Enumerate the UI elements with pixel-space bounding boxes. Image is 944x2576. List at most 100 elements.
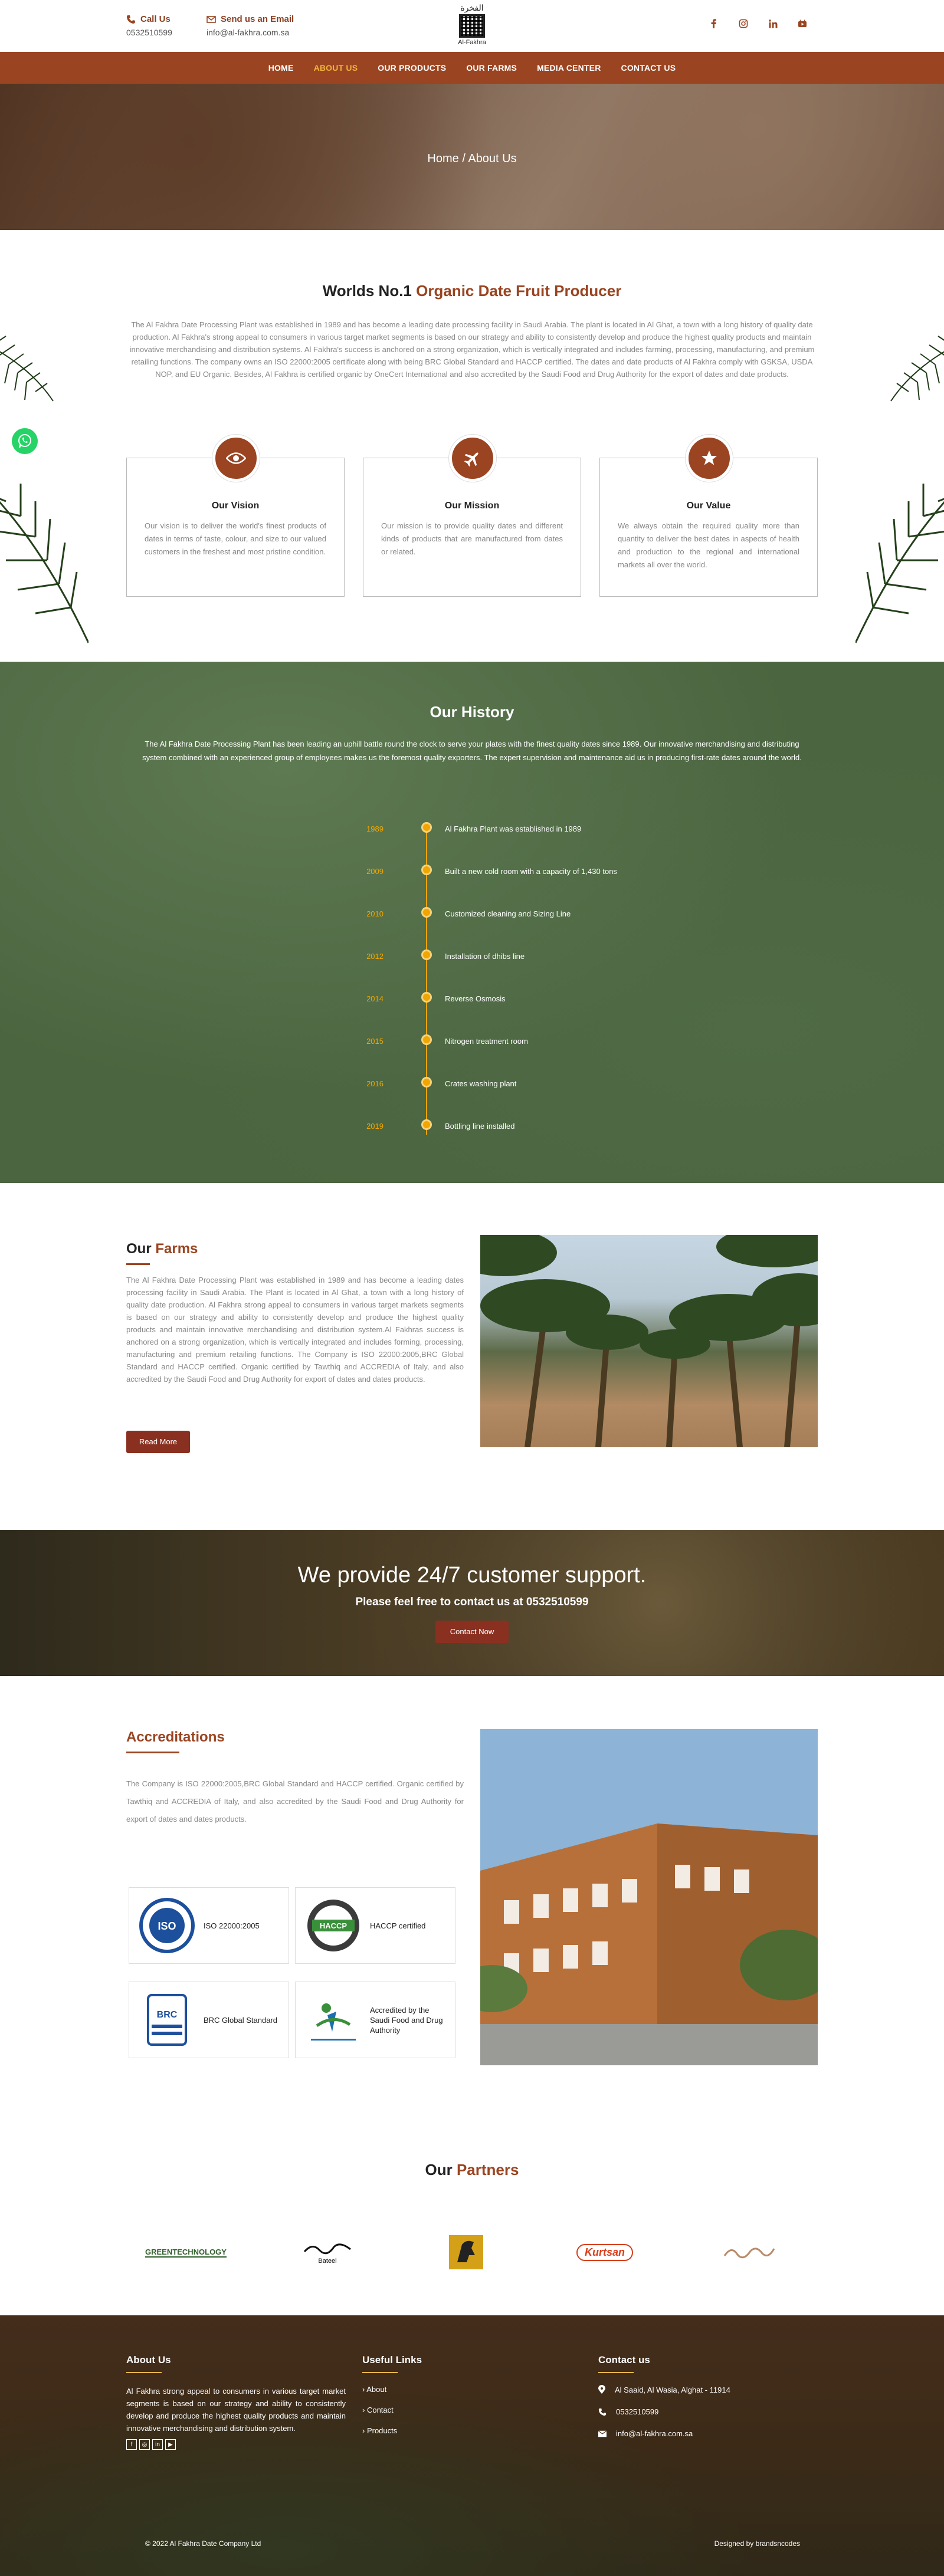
footer-link-contact[interactable]: › Contact [362, 2406, 539, 2414]
footer-link-label: Contact [366, 2406, 394, 2414]
timeline-text: Installation of dhibs line [445, 952, 525, 961]
iso-logo: ISO [137, 1896, 196, 1955]
partner-name: Bateel [318, 2258, 337, 2265]
timeline-dot [421, 949, 432, 960]
footer-links-title: Useful Links [362, 2354, 422, 2365]
vision-text: Our vision is to deliver the world's fin… [145, 521, 326, 556]
footer-contact-column: Contact us Al Saaid, Al Wasia, Alghat - … [598, 2354, 818, 2451]
linkedin-icon[interactable]: in [152, 2439, 163, 2450]
haccp-logo-text: HACCP [320, 1921, 348, 1930]
timeline-item: 2010 Customized cleaning and Sizing Line [0, 907, 944, 921]
footer-address-row: Al Saaid, Al Wasia, Alghat - 11914 [598, 2385, 818, 2394]
email-address[interactable]: info@al-fakhra.com.sa [206, 28, 294, 37]
instagram-icon[interactable]: ◎ [139, 2439, 150, 2450]
accreditations-underline [126, 1752, 179, 1753]
email-block: Send us an Email info@al-fakhra.com.sa [206, 14, 294, 37]
email-label: Send us an Email [221, 14, 294, 24]
haccp-label: HACCP certified [370, 1921, 426, 1930]
timeline-year: 2016 [366, 1079, 384, 1088]
mail-icon [598, 2430, 607, 2437]
read-more-button[interactable]: Read More [126, 1431, 190, 1453]
footer-link-label: About [366, 2385, 387, 2394]
phone-number[interactable]: 0532510599 [126, 28, 172, 37]
footer-contact-title: Contact us [598, 2354, 650, 2365]
instagram-icon[interactable] [738, 18, 749, 29]
about-heading: Worlds No.1 Organic Date Fruit Producer [0, 282, 944, 300]
timeline-item: 2016 Crates washing plant [0, 1077, 944, 1091]
support-banner: We provide 24/7 customer support. Please… [0, 1530, 944, 1676]
youtube-icon[interactable]: ▶ [165, 2439, 176, 2450]
accreditations-heading: Accreditations [126, 1729, 225, 1745]
partner-kurtsan[interactable]: Kurtsan [560, 2232, 649, 2273]
support-title: We provide 24/7 customer support. [297, 1563, 647, 1588]
accreditation-iso: ISO ISO 22000:2005 [129, 1887, 289, 1964]
haccp-logo: HACCP [304, 1896, 363, 1955]
nav-about-us[interactable]: ABOUT US [314, 63, 358, 73]
nav-our-farms[interactable]: OUR FARMS [466, 63, 517, 73]
accreditation-brc: BRC BRC Global Standard [129, 1982, 289, 2058]
timeline-text: Customized cleaning and Sizing Line [445, 909, 571, 918]
logo-arabic: الفخرة [460, 4, 484, 13]
iso-logo-text: ISO [158, 1920, 176, 1932]
whatsapp-icon [18, 434, 31, 448]
facebook-icon[interactable] [708, 18, 720, 29]
timeline-text: Reverse Osmosis [445, 994, 506, 1003]
value-text: We always obtain the required quality mo… [618, 521, 799, 569]
whatsapp-chat-button[interactable] [12, 428, 38, 454]
vision-icon-badge [212, 435, 260, 482]
partners-heading-prefix: Our [425, 2161, 457, 2179]
nav-our-products[interactable]: OUR PRODUCTS [378, 63, 446, 73]
palm-frond-decoration-right [856, 484, 944, 643]
history-title: Our History [430, 703, 514, 721]
timeline-item: 1989 Al Fakhra Plant was established in 1… [0, 822, 944, 836]
footer-link-about[interactable]: › About [362, 2385, 539, 2394]
timeline-year: 2015 [366, 1037, 384, 1046]
plane-icon [464, 452, 478, 467]
social-links [708, 18, 808, 29]
designer-credit[interactable]: Designed by brandsncodes [714, 2539, 800, 2548]
footer-phone[interactable]: 0532510599 [616, 2407, 658, 2416]
farms-heading-underline [126, 1263, 150, 1265]
value-card: Our Value We always obtain the required … [599, 435, 818, 597]
footer: About Us Al Fakhra strong appeal to cons… [0, 2315, 944, 2576]
footer-social-links: f ◎ in ▶ [126, 2439, 346, 2450]
brc-label: BRC Global Standard [204, 2015, 278, 2025]
partner-logo-5[interactable] [708, 2232, 791, 2273]
footer-email[interactable]: info@al-fakhra.com.sa [616, 2429, 693, 2438]
contact-now-button[interactable]: Contact Now [435, 1621, 509, 1643]
footer-about-column: About Us Al Fakhra strong appeal to cons… [126, 2354, 346, 2450]
linkedin-icon[interactable] [767, 18, 779, 29]
nav-media-center[interactable]: MEDIA CENTER [537, 63, 601, 73]
site-logo[interactable]: الفخرة Al-Fakhra [451, 4, 493, 51]
footer-about-underline [126, 2372, 162, 2373]
farms-heading-prefix: Our [126, 1241, 156, 1257]
mission-card: Our Mission Our mission is to provide qu… [363, 435, 581, 597]
nav-contact-us[interactable]: CONTACT US [621, 63, 676, 73]
timeline-dot [421, 1119, 432, 1130]
accreditations-paragraph: The Company is ISO 22000:2005,BRC Global… [126, 1779, 464, 1823]
mission-text: Our mission is to provide quality dates … [381, 521, 563, 556]
history-intro: The Al Fakhra Date Processing Plant has … [142, 740, 802, 762]
youtube-icon[interactable] [796, 18, 808, 29]
partner-logo-3[interactable] [437, 2232, 496, 2273]
facebook-icon[interactable]: f [126, 2439, 137, 2450]
phone-icon [127, 15, 135, 24]
about-paragraph: The Al Fakhra Date Processing Plant was … [129, 320, 815, 379]
timeline-year: 2019 [366, 1122, 384, 1131]
nav-home[interactable]: HOME [268, 63, 294, 73]
partners-heading-highlight: Partners [456, 2161, 519, 2179]
partner-greentechnology[interactable]: GREENTECHNOLOGY [142, 2232, 230, 2273]
copyright: © 2022 Al Fakhra Date Company Ltd [145, 2539, 261, 2548]
farms-heading-highlight: Farms [155, 1241, 198, 1257]
star-icon [702, 451, 717, 465]
partners-heading: Our Partners [0, 2161, 944, 2179]
partner-bateel[interactable]: Bateel [289, 2232, 366, 2273]
timeline-item: 2019 Bottling line installed [0, 1119, 944, 1133]
main-nav: HOME ABOUT US OUR PRODUCTS OUR FARMS MED… [0, 52, 944, 84]
footer-phone-row: 0532510599 [598, 2407, 818, 2416]
mission-icon-badge [449, 435, 496, 482]
timeline-year: 2014 [366, 994, 384, 1003]
sfda-label: Accredited by the Saudi Food and Drug Au… [370, 2005, 443, 2035]
timeline-item: 2014 Reverse Osmosis [0, 992, 944, 1006]
footer-link-products[interactable]: › Products [362, 2426, 539, 2435]
